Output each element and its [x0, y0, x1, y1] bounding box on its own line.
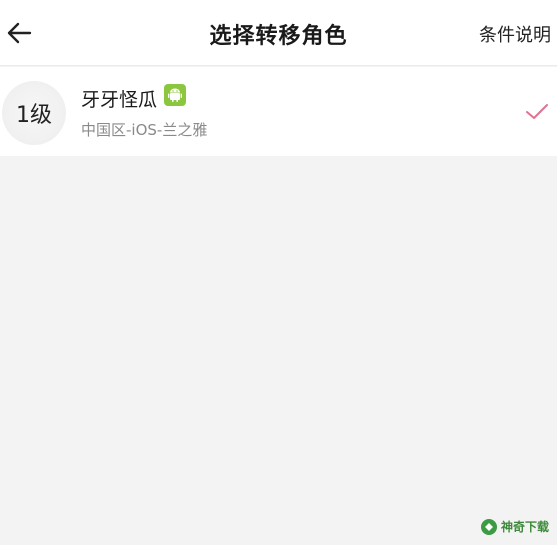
- page-title: 选择转移角色: [209, 24, 348, 49]
- back-button[interactable]: [2, 16, 36, 50]
- watermark-logo-icon: [480, 518, 497, 535]
- role-list-item[interactable]: 1级 牙牙怪瓜 中国区-iOS-兰之雅: [0, 67, 557, 156]
- watermark: 神奇下载: [480, 518, 549, 535]
- level-badge: 1级: [2, 81, 66, 145]
- server-info: 中国区-iOS-兰之雅: [81, 121, 208, 139]
- conditions-button[interactable]: 条件说明: [479, 21, 551, 47]
- android-icon: [164, 84, 186, 106]
- top-bar: 选择转移角色 条件说明: [0, 0, 557, 66]
- role-name: 牙牙怪瓜: [81, 89, 158, 111]
- watermark-text: 神奇下载: [500, 520, 549, 534]
- arrow-left-icon: [7, 22, 32, 44]
- check-icon: [526, 104, 548, 119]
